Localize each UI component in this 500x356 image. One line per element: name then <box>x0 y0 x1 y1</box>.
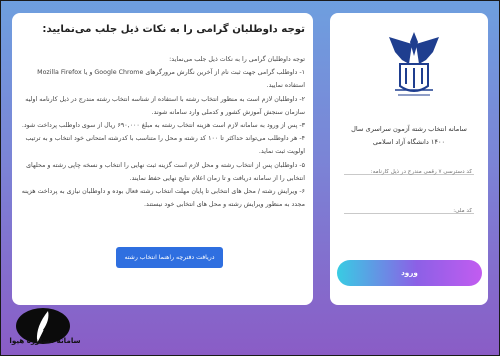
hiva-logo-icon <box>16 308 70 344</box>
notice-item: ۱- داوطلب گرامی جهت ثبت نام از آخرین نگا… <box>37 69 305 90</box>
tracking-code-input[interactable] <box>344 164 474 180</box>
notice-item: ۲- داوطلبان لازم است به منظور انتخاب رشت… <box>25 95 305 116</box>
notice-item: ۳- پس از ورود به سامانه لازم است هزینه ا… <box>21 122 305 130</box>
notice-title: توجه داوطلبان گرامی را به نکات ذیل جلب م… <box>42 24 305 35</box>
download-guide-button[interactable]: دریافت دفترچه راهنما انتخاب رشته <box>116 247 223 268</box>
brand-name: سامانه مشاوره هیوا <box>9 336 81 345</box>
university-logo-icon <box>389 32 439 96</box>
notice-item: ۶- ویرایش رشته / محل های انتخابی تا پایا… <box>21 188 305 209</box>
system-title-line: سامانه انتخاب رشته آزمون سراسری سال <box>351 125 467 133</box>
national-code-field[interactable] <box>344 197 474 219</box>
notice-body: توجه داوطلبان گرامی را به نکات ذیل جلب م… <box>20 53 305 211</box>
tracking-code-field[interactable] <box>344 158 474 180</box>
notice-item: ۴- هر داوطلب می‌تواند حداکثر تا ۱۰۰ کد ر… <box>25 135 305 156</box>
login-panel: سامانه انتخاب رشته آزمون سراسری سال ۱۴۰۰… <box>330 13 488 305</box>
national-code-input[interactable] <box>344 203 474 219</box>
system-title-line: ۱۴۰۰ دانشگاه آزاد اسلامی <box>372 138 446 146</box>
notice-panel: توجه داوطلبان گرامی را به نکات ذیل جلب م… <box>12 13 313 305</box>
notice-item: ۵- داوطلبان پس از انتخاب رشته و محل لازم… <box>26 161 305 182</box>
notice-intro: توجه داوطلبان گرامی را به نکات ذیل جلب م… <box>169 56 305 63</box>
login-button[interactable]: ورود <box>337 260 482 286</box>
system-title: سامانه انتخاب رشته آزمون سراسری سال ۱۴۰۰… <box>340 123 478 149</box>
